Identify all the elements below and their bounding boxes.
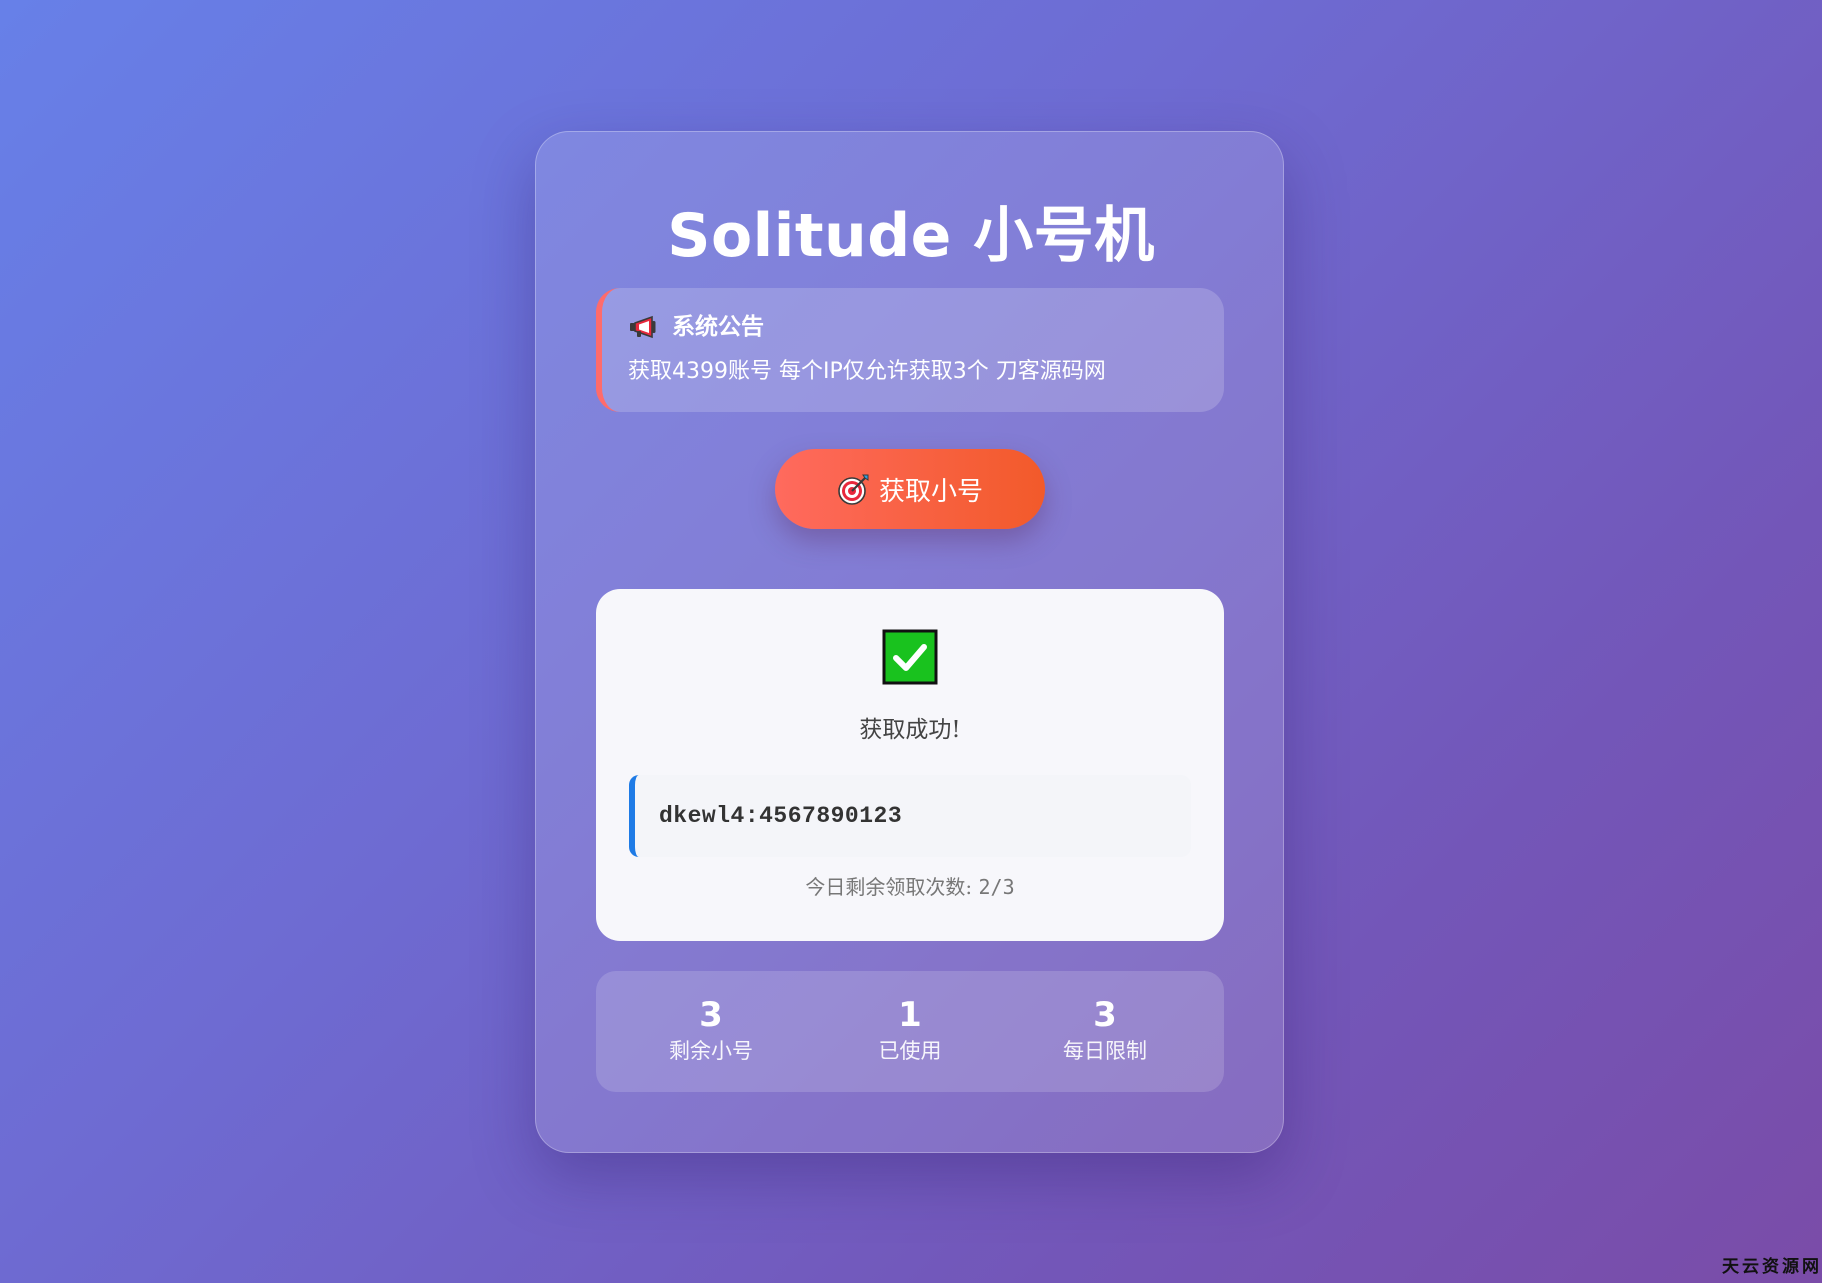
remaining-count: 今日剩余领取次数: 2/3 [596, 873, 1224, 901]
result-panel: 获取成功! dkewl4:4567890123 今日剩余领取次数: 2/3 [596, 589, 1224, 941]
stats-bar: 3 剩余小号 1 已使用 3 每日限制 [596, 971, 1224, 1092]
target-icon [838, 474, 869, 505]
notice-heading: 系统公告 [672, 314, 764, 340]
account-credentials[interactable]: dkewl4:4567890123 [659, 803, 902, 829]
stat-label: 剩余小号 [669, 1039, 753, 1063]
remaining-label: 今日剩余领取次数: [805, 875, 973, 899]
stat-remaining-accounts: 3 剩余小号 [611, 995, 811, 1065]
get-account-label: 获取小号 [878, 476, 983, 507]
watermark: 天云资源网 [1722, 1257, 1822, 1277]
account-display[interactable]: dkewl4:4567890123 [629, 775, 1191, 857]
check-mark-icon [882, 629, 938, 685]
stat-daily-limit: 3 每日限制 [1005, 995, 1205, 1065]
system-notice: 系统公告 获取4399账号 每个IP仅允许获取3个 刀客源码网 [596, 288, 1224, 412]
stat-label: 每日限制 [1063, 1039, 1147, 1063]
stat-value: 3 [1093, 995, 1117, 1035]
stat-value: 3 [699, 995, 723, 1035]
notice-text: 获取4399账号 每个IP仅允许获取3个 刀客源码网 [628, 359, 1106, 384]
stat-used: 1 已使用 [810, 995, 1010, 1065]
remaining-value: 2/3 [978, 875, 1015, 899]
success-message: 获取成功! [859, 717, 961, 743]
notice-header: 系统公告 [628, 312, 764, 342]
get-account-button[interactable]: 获取小号 [775, 449, 1045, 529]
page-title: Solitude 小号机 [667, 201, 1155, 271]
stat-label: 已使用 [878, 1039, 942, 1063]
megaphone-icon [630, 315, 656, 339]
stat-value: 1 [898, 995, 922, 1035]
